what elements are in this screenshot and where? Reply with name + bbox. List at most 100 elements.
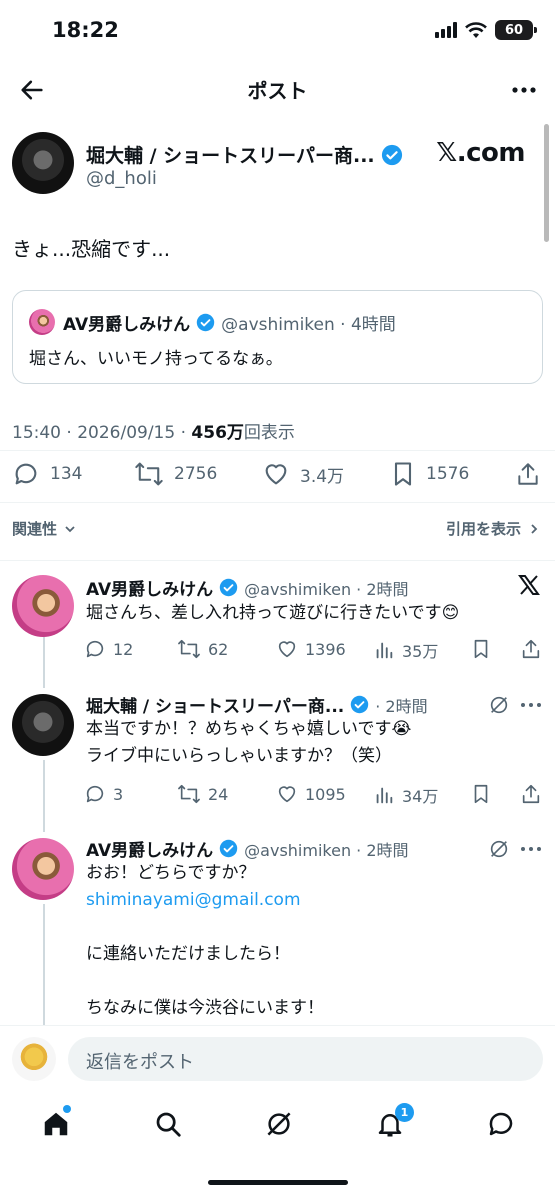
more-horizontal-icon[interactable]	[520, 842, 542, 856]
chevron-right-icon	[531, 523, 538, 534]
author-name-row[interactable]: 堀大輔 / ショートスリーパー商...	[86, 141, 403, 168]
wifi-icon	[465, 21, 487, 38]
reply-item[interactable]: 堀大輔 / ショートスリーパー商... · 2時間 本当ですか！？めちゃくちゃ嬉…	[0, 684, 555, 814]
tab-notifications[interactable]: 1	[375, 1103, 414, 1143]
verified-badge-icon	[381, 144, 402, 165]
heart-icon	[265, 464, 287, 485]
view-quotes-link[interactable]: 引用を表示	[446, 518, 541, 539]
share-button[interactable]	[515, 460, 541, 492]
divider	[0, 450, 555, 451]
quote-author-avatar	[29, 309, 55, 335]
grok-icon[interactable]	[488, 694, 510, 716]
message-icon	[489, 1112, 513, 1136]
quote-handle-time: @avshimiken · 4時間	[221, 315, 396, 335]
sort-dropdown[interactable]: 関連性	[12, 518, 77, 539]
reply-icon	[15, 463, 37, 485]
like-count: 3.4万	[300, 466, 345, 487]
post-text: きょ...恐縮です...	[12, 237, 171, 261]
tab-messages[interactable]	[486, 1109, 516, 1143]
like-count: 1396	[305, 639, 346, 659]
tab-home[interactable]	[41, 1105, 71, 1143]
quoted-post[interactable]: AV男爵しみけん @avshimiken · 4時間 堀さん、いいモノ持ってるな…	[12, 290, 543, 384]
reply-item[interactable]: AV男爵しみけん @avshimiken · 2時間 堀さんち、差し入れ持って遊…	[0, 565, 555, 677]
tab-search[interactable]	[153, 1109, 183, 1143]
x-logo-icon	[518, 575, 540, 595]
reply-text: 本当ですか！？めちゃくちゃ嬉しいです😭 ライブ中にいらっしゃいますか？（笑）	[86, 716, 411, 770]
email-link[interactable]: shiminayami@gmail.com	[86, 887, 324, 914]
repost-icon	[135, 462, 163, 486]
grok-icon	[267, 1112, 291, 1136]
reply-count: 3	[113, 784, 124, 804]
bookmark-action[interactable]: 1576	[390, 460, 469, 488]
share-icon[interactable]	[520, 783, 542, 805]
reply-input[interactable]: 返信をポスト	[68, 1037, 543, 1081]
share-icon[interactable]	[520, 638, 542, 660]
quote-text: 堀さん、いいモノ持ってるなぁ。	[29, 349, 283, 369]
heart-icon	[278, 641, 296, 658]
reply-meta: @avshimiken · 2時間	[244, 840, 409, 860]
author-avatar[interactable]	[12, 132, 74, 194]
view-count: 35万	[402, 642, 439, 661]
verified-badge-icon	[219, 578, 238, 597]
reply-avatar[interactable]	[12, 575, 74, 637]
bookmark-icon	[394, 462, 412, 486]
more-options-button[interactable]	[511, 78, 537, 106]
reply-compose-bar: 返信をポスト	[0, 1025, 555, 1093]
my-avatar[interactable]	[12, 1037, 56, 1081]
repost-icon	[178, 639, 200, 659]
reply-count: 12	[113, 639, 134, 659]
home-unread-dot	[63, 1105, 71, 1113]
like-count: 1095	[305, 784, 346, 804]
post-datetime: 15:40 · 2026/09/15 ·	[12, 423, 192, 443]
repost-count: 2756	[174, 464, 218, 484]
reply-text: 堀さんち、差し入れ持って遊びに行きたいです😊	[86, 603, 460, 623]
repost-count: 24	[208, 784, 229, 804]
divider	[0, 560, 555, 561]
repost-count: 62	[208, 639, 229, 659]
repost-icon	[178, 784, 200, 804]
reply-comment-action[interactable]: 3	[84, 783, 123, 805]
search-icon	[156, 1112, 181, 1137]
quote-author-name: AV男爵しみけん	[63, 315, 191, 335]
reply-item[interactable]: AV男爵しみけん @avshimiken · 2時間 おお！どちらですか？ sh…	[0, 828, 555, 1025]
more-horizontal-icon[interactable]	[520, 698, 542, 712]
tab-grok[interactable]	[264, 1109, 294, 1143]
status-icons: 60	[435, 20, 537, 40]
share-icon	[518, 463, 538, 485]
sort-label: 関連性	[12, 520, 58, 538]
reply-like-action[interactable]: 1095	[276, 783, 346, 805]
reply-meta: @avshimiken · 2時間	[244, 579, 409, 599]
like-action[interactable]: 3.4万	[262, 460, 344, 488]
bookmark-icon[interactable]	[470, 638, 492, 660]
scrollbar[interactable]	[544, 124, 549, 242]
post-meta: 15:40 · 2026/09/15 · 456万回表示	[12, 418, 295, 443]
verified-badge-icon	[196, 313, 215, 332]
repost-action[interactable]: 2756	[134, 460, 217, 488]
reply-author-name: AV男爵しみけん	[86, 841, 214, 861]
bottom-tab-bar: 1	[0, 1093, 555, 1200]
reply-repost-action[interactable]: 24	[177, 783, 228, 805]
reply-views-action[interactable]: 35万	[373, 638, 438, 662]
view-quotes-label: 引用を表示	[445, 520, 521, 538]
bookmark-icon[interactable]	[470, 783, 492, 805]
grok-icon[interactable]	[488, 838, 510, 860]
reply-icon	[86, 785, 104, 803]
reply-line: 本当ですか！？めちゃくちゃ嬉しいです😭	[86, 719, 412, 739]
reply-like-action[interactable]: 1396	[276, 638, 346, 660]
status-time: 18:22	[52, 18, 119, 42]
reply-views-action[interactable]: 34万	[373, 783, 438, 807]
reply-repost-action[interactable]: 62	[177, 638, 228, 660]
reply-avatar[interactable]	[12, 838, 74, 900]
reply-meta: · 2時間	[375, 696, 428, 716]
reply-author-name: AV男爵しみけん	[86, 580, 214, 600]
reply-comment-action[interactable]: 12	[84, 638, 133, 660]
reply-action[interactable]: 134	[12, 460, 82, 488]
reply-line-blank	[86, 914, 324, 941]
more-horizontal-icon	[512, 87, 536, 93]
battery-indicator: 60	[495, 20, 537, 40]
chevron-down-icon	[65, 525, 75, 532]
view-label: 回表示	[243, 423, 295, 443]
view-count: 456万	[191, 423, 244, 443]
reply-avatar[interactable]	[12, 694, 74, 756]
divider	[0, 502, 555, 503]
